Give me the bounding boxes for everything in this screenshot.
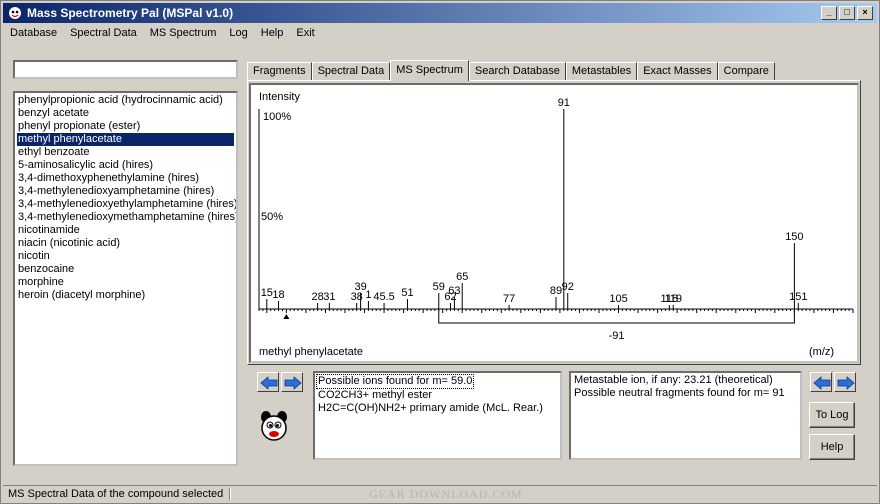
y-tick-50: 50% (261, 211, 283, 223)
peak-label: 1 (365, 289, 371, 301)
menu-log[interactable]: Log (222, 24, 253, 42)
tab-exact-masses[interactable]: Exact Masses (637, 62, 718, 81)
peak-label: 31 (323, 291, 335, 303)
peak-label: 77 (503, 293, 515, 305)
maximize-button[interactable]: □ (839, 6, 855, 20)
neutral-loss-bracket: -91 (283, 309, 795, 342)
compound-list-item[interactable]: benzocaine (17, 263, 234, 276)
peak-label: 45.5 (373, 291, 394, 303)
window-title: Mass Spectrometry Pal (MSPal v1.0) (27, 6, 234, 20)
mz-cursor-marker[interactable] (283, 314, 290, 319)
title-bar: Mass Spectrometry Pal (MSPal v1.0) _ □ × (3, 3, 877, 23)
right-arrow-icon (837, 376, 855, 390)
menu-spectral-data[interactable]: Spectral Data (63, 24, 143, 42)
compound-list-item[interactable]: 3,4-methylenedioxymethamphetamine (hires… (17, 211, 236, 224)
x-axis-ticks (258, 309, 854, 313)
to-log-button[interactable]: To Log (809, 402, 855, 428)
spectrum-plot: Intensity 100% 50% 15 18 28 31 38391 45.5 51 59… (258, 91, 854, 358)
compound-list-item[interactable]: phenylpropionic acid (hydrocinnamic acid… (17, 94, 234, 107)
tab-metastables[interactable]: Metastables (565, 62, 638, 81)
ion-line: CO2CH3+ methyl ester (318, 389, 433, 401)
peak-label: 92 (562, 281, 574, 293)
peak-label: 89 (550, 285, 562, 297)
compound-list-item[interactable]: 5-aminosalicylic acid (hires) (17, 159, 234, 172)
watermark: GEAR DOWNLOAD.COM (369, 487, 523, 501)
compound-list[interactable]: phenylpropionic acid (hydrocinnamic acid… (13, 91, 238, 466)
compound-list-item[interactable]: 3,4-dimethoxyphenethylamine (hires) (17, 172, 234, 185)
close-button[interactable]: × (857, 6, 873, 20)
status-text: MS Spectral Data of the compound selecte… (8, 488, 224, 500)
help-button[interactable]: Help (809, 434, 855, 460)
metastable-line: Metastable ion, if any: 23.21 (theoretic… (574, 374, 773, 386)
compound-list-item[interactable]: heroin (diacetyl morphine) (17, 289, 234, 302)
compound-list-item[interactable]: 3,4-methylenedioxyamphetamine (hires) (17, 185, 234, 198)
status-divider (229, 488, 232, 501)
menu-help[interactable]: Help (254, 24, 290, 42)
tab-fragments[interactable]: Fragments (247, 62, 312, 81)
neutral-loss-label: -91 (609, 330, 625, 342)
peak-label: 150 (785, 231, 803, 243)
compound-list-item[interactable]: 3,4-methylenedioxyethylamphetamine (hire… (17, 198, 236, 211)
tab-ms-spectrum[interactable]: MS Spectrum (390, 60, 469, 81)
peak-label: 151 (789, 291, 807, 303)
neutral-loss-line (438, 309, 795, 324)
next-metastable-button[interactable] (834, 372, 856, 392)
ion-line: H2C=C(OH)NH2+ primary amide (McL. Rear.) (318, 402, 543, 414)
peak-label: 59 (433, 281, 445, 293)
peak-label: 28 (311, 291, 323, 303)
compound-list-item[interactable]: niacin (nicotinic acid) (17, 237, 234, 250)
metastable-box[interactable]: Metastable ion, if any: 23.21 (theoretic… (569, 371, 802, 460)
peak-label: 15 (261, 287, 273, 299)
compound-list-item[interactable]: nicotinamide (17, 224, 234, 237)
peak-label: 51 (401, 287, 413, 299)
neutral-fragments-line: Possible neutral fragments found for m= … (574, 387, 785, 399)
compound-list-item[interactable]: nicotin (17, 250, 234, 263)
compound-list-item[interactable]: benzyl acetate (17, 107, 234, 120)
compound-list-item[interactable]: methyl phenylacetate (17, 133, 234, 146)
y-axis-label: Intensity (259, 91, 300, 103)
compound-list-item[interactable]: morphine (17, 276, 234, 289)
peak-label: 119 (664, 293, 682, 305)
menu-bar: Database Spectral Data MS Spectrum Log H… (3, 24, 321, 42)
tab-spectral-data[interactable]: Spectral Data (311, 62, 391, 81)
menu-ms-spectrum[interactable]: MS Spectrum (143, 24, 223, 42)
peak-bars (266, 109, 799, 309)
app-logo-icon (9, 7, 21, 19)
ions-header: Possible ions found for m= 59.0 (316, 374, 475, 389)
prev-ion-button[interactable] (257, 372, 279, 392)
menu-exit[interactable]: Exit (289, 24, 320, 42)
tab-strip: Fragments Spectral Data MS Spectrum Search … (247, 60, 775, 81)
app-window: Mass Spectrometry Pal (MSPal v1.0) _ □ ×… (0, 0, 880, 504)
next-ion-button[interactable] (281, 372, 303, 392)
peak-label: 65 (456, 271, 468, 283)
compound-search-input[interactable] (13, 60, 238, 79)
peak-label: 91 (558, 97, 570, 109)
tab-compare[interactable]: Compare (717, 62, 775, 81)
compound-list-item[interactable]: phenyl propionate (ester) (17, 120, 234, 133)
left-arrow-icon (260, 376, 278, 390)
ms-spectrum-chart[interactable]: Intensity 100% 50% 15 18 28 31 38 39 1 45.5 51 59… (249, 83, 859, 363)
compound-label: methyl phenylacetate (259, 346, 363, 358)
x-axis-label: (m/z) (809, 346, 834, 358)
minimize-button[interactable]: _ (821, 6, 837, 20)
right-arrow-icon (284, 376, 302, 390)
prev-metastable-button[interactable] (810, 372, 832, 392)
mascot-icon (261, 411, 287, 441)
menu-database[interactable]: Database (3, 24, 63, 42)
peak-label: 105 (609, 293, 627, 305)
peak-labels: 15 18 28 31 38391 45.5 51 5962636577899192105 11… (261, 97, 808, 305)
tab-search-database[interactable]: Search Database (468, 62, 566, 81)
compound-list-item[interactable]: ethyl benzoate (17, 146, 234, 159)
possible-ions-box[interactable]: Possible ions found for m= 59.0 CO2CH3+ … (313, 371, 562, 460)
peak-label: 18 (272, 289, 284, 301)
y-tick-100: 100% (263, 111, 291, 123)
peak-label: 63 (448, 285, 460, 297)
left-arrow-icon (813, 376, 831, 390)
